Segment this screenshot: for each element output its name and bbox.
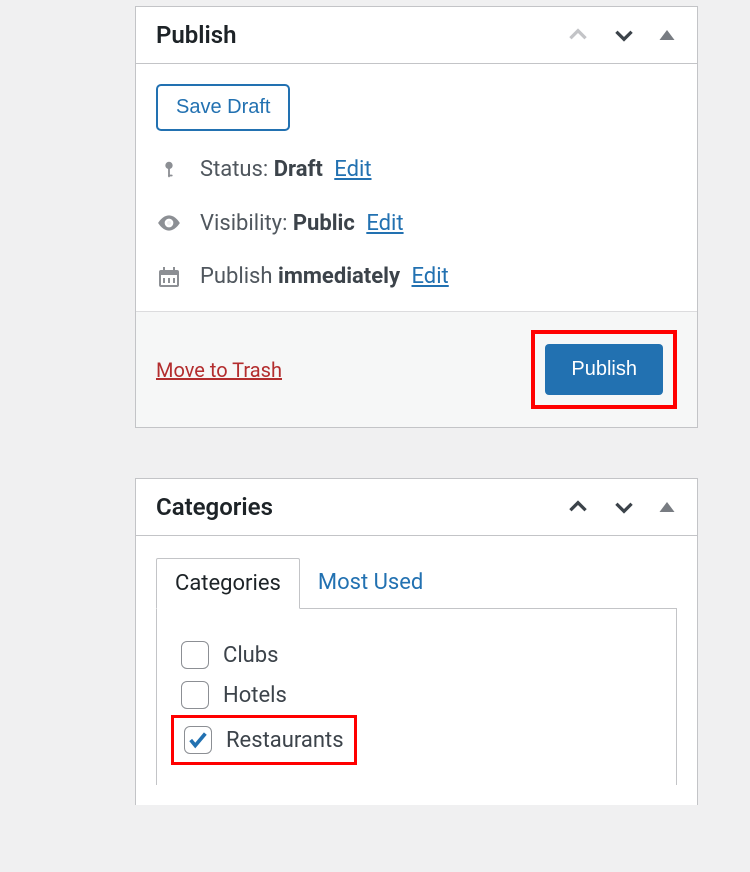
chevron-down-icon[interactable] — [611, 22, 637, 48]
status-value: Draft — [274, 157, 323, 182]
chevron-down-icon[interactable] — [611, 494, 637, 520]
category-item: Hotels — [177, 675, 656, 715]
schedule-row: Publish immediately Edit — [156, 264, 677, 289]
category-label: Clubs — [223, 643, 279, 668]
publish-panel-body: Save Draft Status: Draft Edit Visibility… — [136, 64, 697, 311]
categories-panel-body: Categories Most Used Clubs Hotels — [136, 536, 697, 805]
tab-most-used[interactable]: Most Used — [300, 558, 441, 609]
publish-button-highlight: Publish — [531, 330, 677, 409]
category-item: Restaurants — [180, 720, 348, 760]
categories-panel-header: Categories — [136, 479, 697, 536]
schedule-label: Publish — [200, 264, 278, 289]
status-row: Status: Draft Edit — [156, 157, 677, 182]
category-list: Clubs Hotels Restaurants — [156, 608, 677, 785]
chevron-up-icon[interactable] — [565, 494, 591, 520]
status-label: Status: — [200, 157, 274, 182]
category-item: Clubs — [177, 635, 656, 675]
visibility-value: Public — [293, 211, 355, 236]
categories-panel-title: Categories — [156, 493, 273, 521]
key-icon — [156, 159, 182, 181]
calendar-icon — [156, 265, 182, 289]
visibility-row: Visibility: Public Edit — [156, 210, 677, 236]
publish-button[interactable]: Publish — [545, 344, 663, 395]
edit-visibility-link[interactable]: Edit — [366, 211, 403, 236]
publish-panel: Publish Save Draft Status: Draft Edit — [135, 6, 698, 428]
triangle-up-icon[interactable] — [657, 497, 677, 517]
publish-panel-title: Publish — [156, 21, 237, 49]
category-tabs: Categories Most Used — [156, 558, 677, 609]
schedule-value: immediately — [278, 264, 400, 289]
publish-panel-footer: Move to Trash Publish — [136, 311, 697, 427]
category-checkbox-clubs[interactable] — [181, 641, 209, 669]
status-text: Status: Draft Edit — [200, 157, 372, 182]
category-label: Hotels — [223, 683, 287, 708]
panel-header-controls — [565, 494, 677, 520]
category-label: Restaurants — [226, 728, 344, 753]
category-highlight: Restaurants — [171, 715, 357, 765]
schedule-text: Publish immediately Edit — [200, 264, 449, 289]
triangle-up-icon[interactable] — [657, 25, 677, 45]
panel-header-controls — [565, 22, 677, 48]
save-draft-button[interactable]: Save Draft — [156, 84, 290, 131]
eye-icon — [156, 210, 182, 236]
edit-status-link[interactable]: Edit — [334, 157, 371, 182]
visibility-text: Visibility: Public Edit — [200, 211, 404, 236]
move-to-trash-link[interactable]: Move to Trash — [156, 358, 282, 382]
visibility-label: Visibility: — [200, 211, 293, 236]
tab-all-categories[interactable]: Categories — [156, 558, 300, 609]
edit-schedule-link[interactable]: Edit — [412, 264, 449, 289]
chevron-up-icon[interactable] — [565, 22, 591, 48]
category-checkbox-restaurants[interactable] — [184, 726, 212, 754]
publish-panel-header: Publish — [136, 7, 697, 64]
category-checkbox-hotels[interactable] — [181, 681, 209, 709]
categories-panel: Categories Categories Most Used Clubs — [135, 478, 698, 805]
